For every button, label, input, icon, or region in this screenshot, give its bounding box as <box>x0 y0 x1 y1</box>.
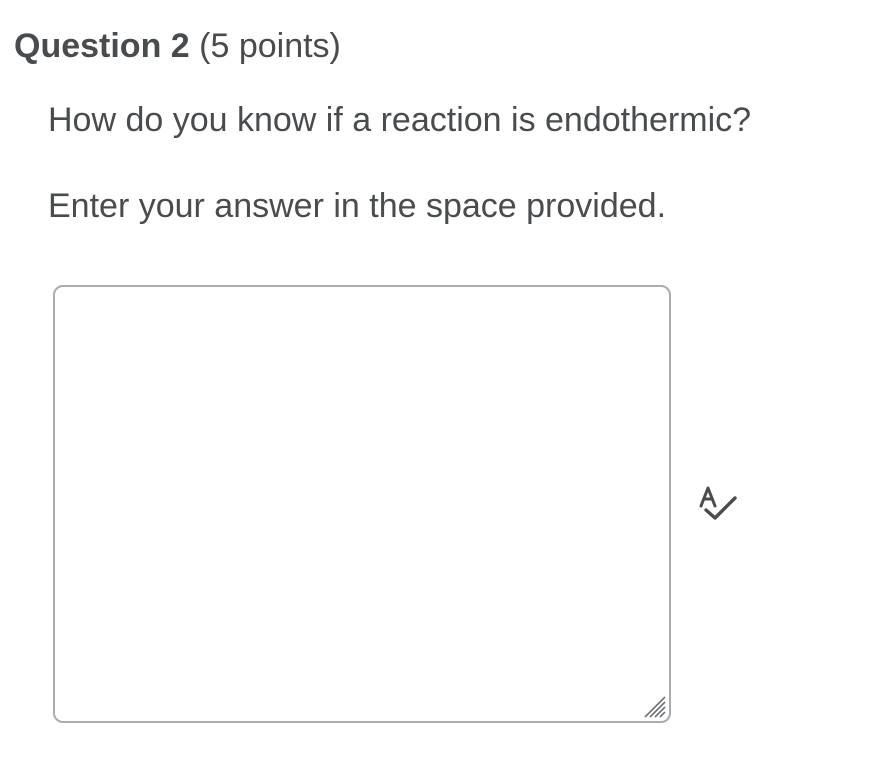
question-points: (5 points) <box>199 27 341 65</box>
question-header: Question 2 (5 points) <box>14 22 341 70</box>
answer-instruction: Enter your answer in the space provided. <box>48 187 667 225</box>
answer-textarea[interactable] <box>55 287 669 721</box>
question-title: Question 2 <box>14 27 190 65</box>
spellcheck-icon[interactable] <box>698 484 740 524</box>
answer-box <box>53 285 671 723</box>
resize-grip-icon[interactable] <box>641 693 667 719</box>
question-prompt: How do you know if a reaction is endothe… <box>48 101 752 139</box>
